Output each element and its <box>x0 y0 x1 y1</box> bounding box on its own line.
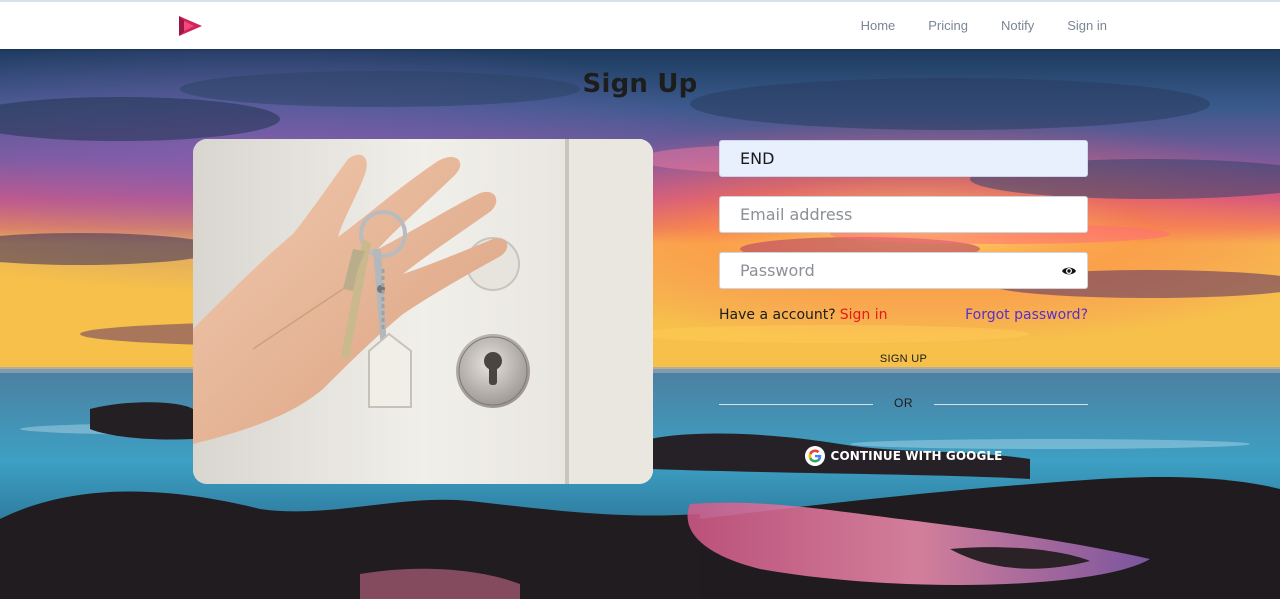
have-account-text: Have a account? Sign in <box>719 307 887 323</box>
nav-signin-link[interactable]: Sign in <box>1067 18 1107 33</box>
signup-button[interactable]: SIGN UP <box>874 352 933 366</box>
or-text: OR <box>894 396 913 410</box>
nav-pricing-link[interactable]: Pricing <box>928 18 968 33</box>
divider-line-right <box>934 404 1088 405</box>
forgot-password-link[interactable]: Forgot password? <box>965 307 1088 323</box>
email-field-wrapper <box>719 196 1088 233</box>
account-links-row: Have a account? Sign in Forgot password? <box>719 305 1088 327</box>
nav-notify-link[interactable]: Notify <box>1001 18 1034 33</box>
form-signin-link[interactable]: Sign in <box>840 307 888 323</box>
signup-form: Have a account?Sign in Forgot password? … <box>719 140 1088 466</box>
have-account-label: Have a account? <box>719 307 836 323</box>
name-input[interactable] <box>720 141 1087 176</box>
google-icon <box>804 446 825 466</box>
nav-home-link[interactable]: Home <box>861 18 896 33</box>
or-divider: OR <box>719 396 1088 412</box>
email-input[interactable] <box>720 197 1087 232</box>
main-nav: Home Pricing Notify Sign in <box>861 18 1107 33</box>
password-field-wrapper <box>719 252 1088 289</box>
continue-with-google-button[interactable]: CONTINUE WITH GOOGLE <box>719 446 1088 466</box>
hand-holding-keys-image <box>193 139 653 484</box>
play-logo-icon[interactable] <box>178 14 204 38</box>
top-navbar: Home Pricing Notify Sign in <box>0 0 1280 49</box>
google-button-label: CONTINUE WITH GOOGLE <box>830 449 1003 463</box>
password-input[interactable] <box>720 253 1087 288</box>
eye-icon[interactable] <box>1061 264 1077 278</box>
hero-section: Sign Up END Email address Have a account… <box>0 49 1280 599</box>
name-field-wrapper <box>719 140 1088 177</box>
page-title: Sign Up <box>582 69 698 99</box>
